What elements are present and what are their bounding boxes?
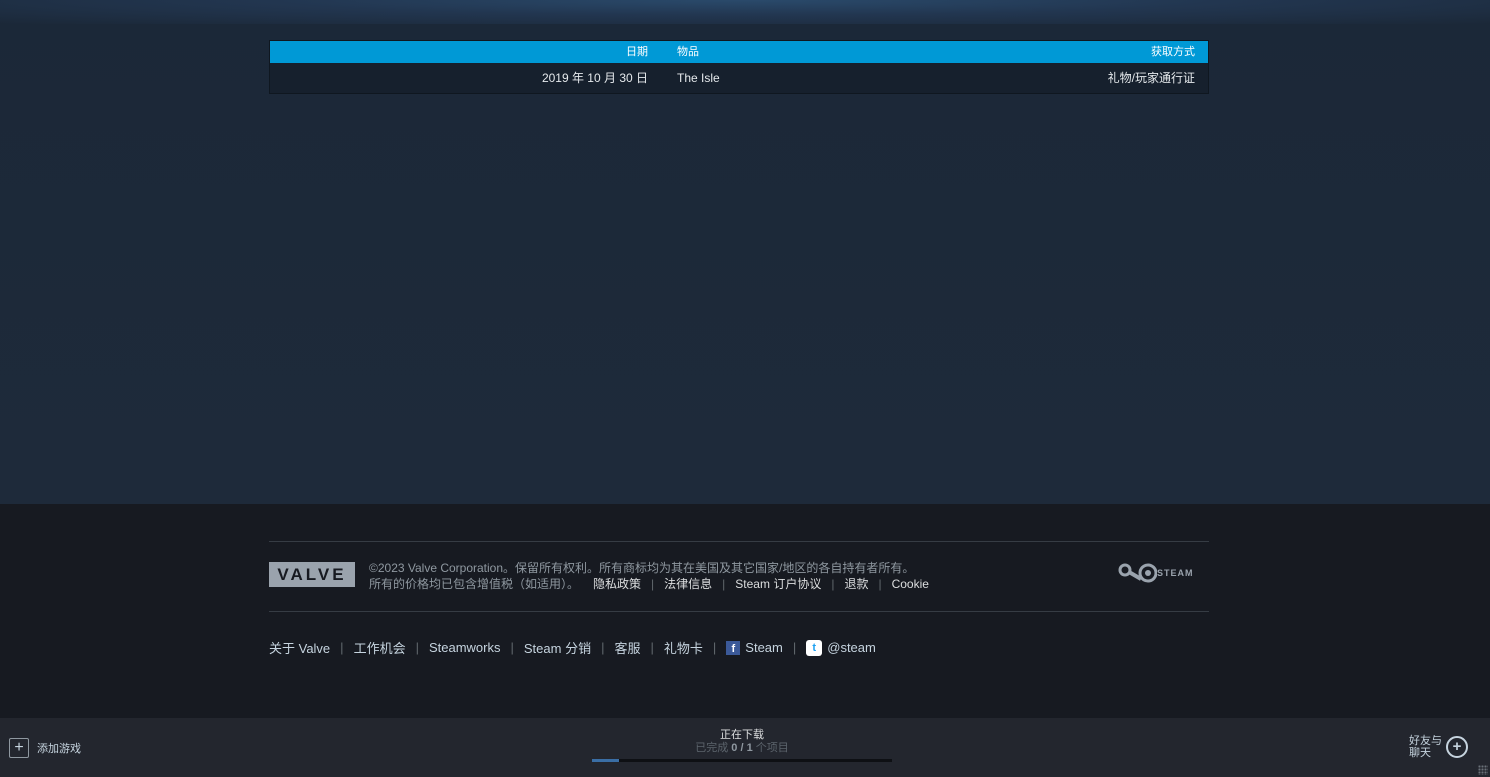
row-method: 礼物/玩家通行证 bbox=[1107, 71, 1195, 85]
separator: | bbox=[510, 640, 514, 655]
table-header: 日期 物品 获取方式 bbox=[270, 41, 1208, 63]
download-suffix: 个项目 bbox=[752, 742, 789, 754]
facebook-link[interactable]: f Steam bbox=[726, 640, 783, 655]
separator: | bbox=[601, 640, 605, 655]
friends-label-line2: 聊天 bbox=[1409, 747, 1431, 759]
twitter-icon: t bbox=[806, 639, 823, 656]
steam-logo-text: STEAM bbox=[1157, 568, 1194, 578]
friends-label-line1: 好友与 bbox=[1409, 735, 1442, 747]
plus-icon: + bbox=[9, 738, 29, 758]
download-progress-bar bbox=[592, 759, 892, 762]
separator: | bbox=[415, 640, 419, 655]
add-game-label: 添加游戏 bbox=[37, 743, 81, 755]
steam-logo[interactable]: STEAM bbox=[1117, 562, 1194, 584]
jobs-link[interactable]: 工作机会 bbox=[354, 638, 406, 657]
separator: | bbox=[651, 577, 655, 591]
table-row: 2019 年 10 月 30 日 The Isle 礼物/玩家通行证 bbox=[270, 63, 1208, 93]
row-date: 2019 年 10 月 30 日 bbox=[541, 71, 648, 85]
facebook-icon: f bbox=[726, 640, 741, 655]
valve-logo[interactable]: VALVE bbox=[269, 562, 355, 587]
privacy-policy-link[interactable]: 隐私政策 bbox=[593, 576, 641, 592]
download-title: 正在下载 bbox=[720, 729, 764, 741]
separator: | bbox=[722, 577, 726, 591]
header-glow bbox=[0, 0, 1490, 24]
main-content: 日期 物品 获取方式 2019 年 10 月 30 日 The Isle 礼物/… bbox=[0, 0, 1490, 504]
subscriber-agreement-link[interactable]: Steam 订户协议 bbox=[735, 576, 821, 592]
copyright-text: ©2023 Valve Corporation。保留所有权利。所有商标均为其在美… bbox=[369, 561, 915, 575]
header-date[interactable]: 日期 bbox=[626, 41, 648, 63]
row-item: The Isle bbox=[677, 71, 720, 85]
footer-legal: ©2023 Valve Corporation。保留所有权利。所有商标均为其在美… bbox=[369, 560, 929, 592]
about-valve-link[interactable]: 关于 Valve bbox=[269, 638, 330, 657]
separator: | bbox=[340, 640, 344, 655]
header-method[interactable]: 获取方式 bbox=[1151, 41, 1195, 63]
steamworks-link[interactable]: Steamworks bbox=[429, 640, 501, 655]
steam-distribution-link[interactable]: Steam 分销 bbox=[524, 638, 591, 657]
friends-chat-button[interactable]: 好友与 聊天 + bbox=[1409, 735, 1468, 759]
separator: | bbox=[650, 640, 654, 655]
footer-divider-bottom bbox=[269, 611, 1209, 612]
download-progress-text: 已完成 0 / 1 个项目 bbox=[592, 742, 892, 755]
separator: | bbox=[792, 640, 797, 655]
separator: | bbox=[831, 577, 835, 591]
twitter-label: @steam bbox=[827, 640, 876, 655]
add-game-button[interactable]: + 添加游戏 bbox=[9, 738, 81, 758]
separator: | bbox=[712, 640, 717, 655]
legal-info-link[interactable]: 法律信息 bbox=[664, 576, 712, 592]
footer-divider-top bbox=[269, 541, 1209, 542]
download-count: 0 / 1 bbox=[731, 742, 753, 754]
cookie-link[interactable]: Cookie bbox=[892, 576, 929, 592]
footer-links: 关于 Valve | 工作机会 | Steamworks | Steam 分销 … bbox=[269, 638, 876, 657]
steam-logo-icon bbox=[1118, 563, 1157, 583]
refunds-link[interactable]: 退款 bbox=[844, 576, 868, 592]
facebook-label: Steam bbox=[745, 640, 783, 655]
header-item[interactable]: 物品 bbox=[677, 41, 699, 63]
friends-chat-label: 好友与 聊天 bbox=[1409, 735, 1442, 759]
add-friend-icon: + bbox=[1446, 736, 1468, 758]
support-link[interactable]: 客服 bbox=[614, 638, 640, 657]
licenses-table: 日期 物品 获取方式 2019 年 10 月 30 日 The Isle 礼物/… bbox=[269, 40, 1209, 94]
footer: VALVE ©2023 Valve Corporation。保留所有权利。所有商… bbox=[0, 504, 1490, 718]
download-prefix: 已完成 bbox=[695, 742, 732, 754]
twitter-link[interactable]: t @steam bbox=[806, 639, 876, 656]
resize-grip-icon[interactable] bbox=[1478, 765, 1488, 775]
client-bottom-bar: + 添加游戏 正在下载 已完成 0 / 1 个项目 好友与 聊天 + bbox=[0, 718, 1490, 777]
gift-cards-link[interactable]: 礼物卡 bbox=[664, 638, 703, 657]
vat-note: 所有的价格均已包含增值税（如适用）。 bbox=[369, 577, 580, 591]
download-progress-fill bbox=[592, 759, 619, 762]
download-status[interactable]: 正在下载 已完成 0 / 1 个项目 bbox=[592, 729, 892, 762]
separator: | bbox=[878, 577, 882, 591]
